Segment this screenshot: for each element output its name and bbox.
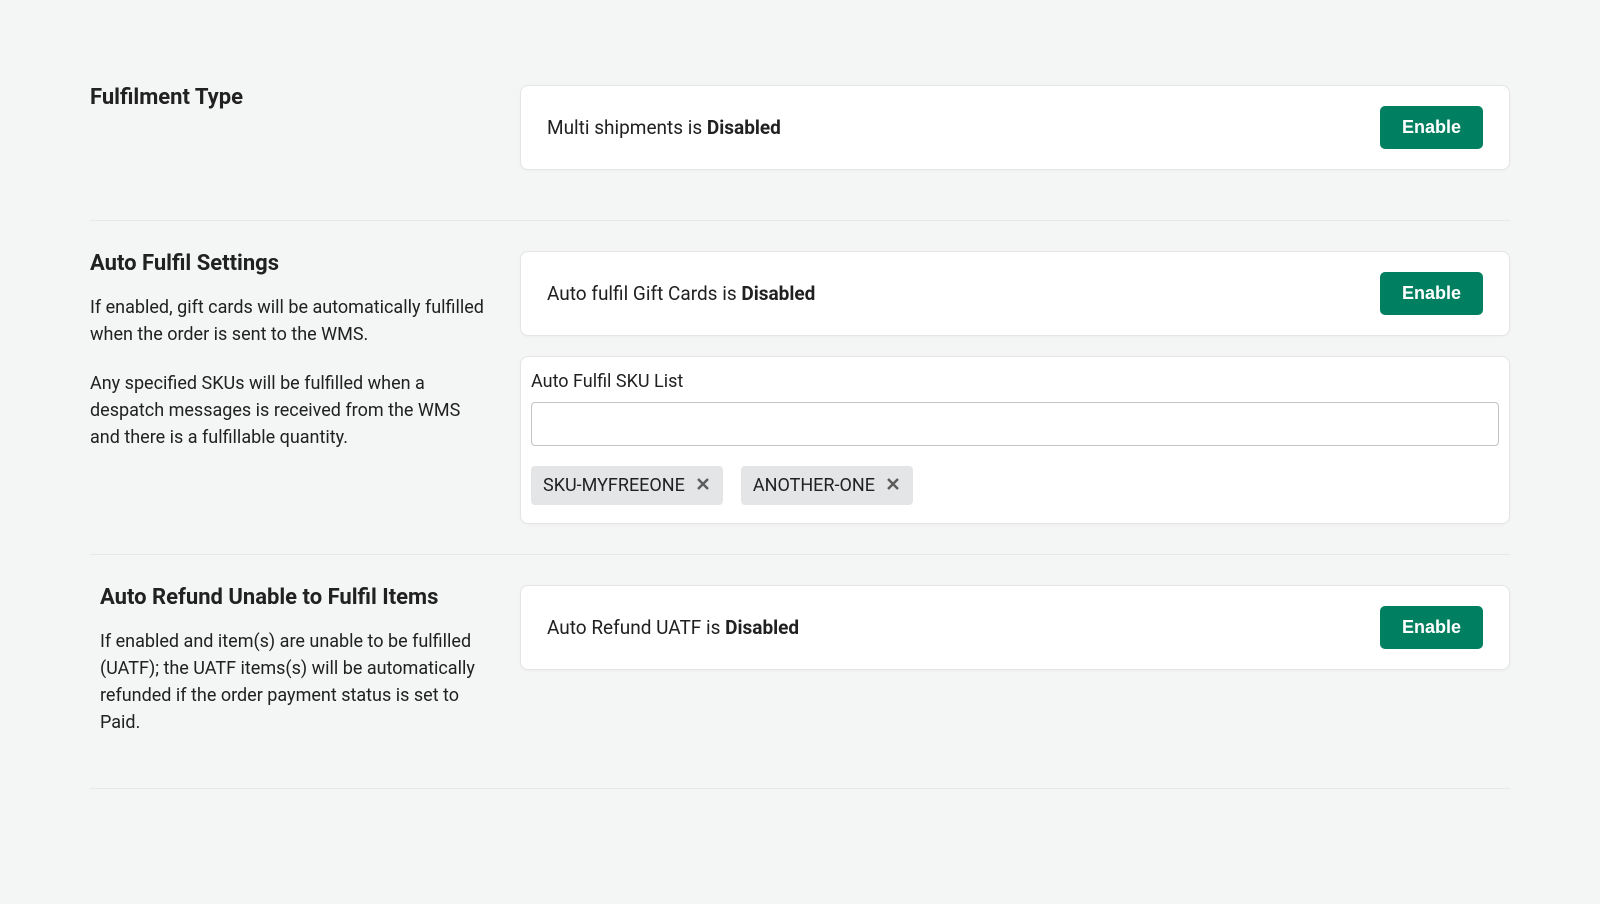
close-icon <box>885 476 901 495</box>
card-row: Multi shipments is Disabled Enable <box>547 106 1483 149</box>
enable-multi-shipments-button[interactable]: Enable <box>1380 106 1483 149</box>
sku-list-label: Auto Fulfil SKU List <box>531 371 1499 392</box>
auto-fulfil-section: Auto Fulfil Settings If enabled, gift ca… <box>90 251 1510 555</box>
sku-tag-label: SKU-MYFREEONE <box>543 475 685 496</box>
section-title: Auto Refund Unable to Fulfil Items <box>100 585 490 610</box>
multi-shipments-status: Multi shipments is Disabled <box>547 116 781 139</box>
sku-tag: ANOTHER-ONE <box>741 466 913 505</box>
section-description: If enabled, gift cards will be automatic… <box>90 294 490 348</box>
remove-sku-tag-button[interactable] <box>695 476 711 495</box>
fulfilment-type-section: Fulfilment Type Multi shipments is Disab… <box>90 85 1510 221</box>
enable-auto-fulfil-gift-cards-button[interactable]: Enable <box>1380 272 1483 315</box>
remove-sku-tag-button[interactable] <box>885 476 901 495</box>
close-icon <box>695 476 711 495</box>
status-value: Disabled <box>741 282 815 305</box>
status-value: Disabled <box>725 616 799 639</box>
section-right: Auto fulfil Gift Cards is Disabled Enabl… <box>520 251 1510 524</box>
sku-tag-label: ANOTHER-ONE <box>753 475 875 496</box>
auto-refund-section: Auto Refund Unable to Fulfil Items If en… <box>90 585 1510 789</box>
auto-refund-status: Auto Refund UATF is Disabled <box>547 616 799 639</box>
section-right: Multi shipments is Disabled Enable <box>520 85 1510 190</box>
status-prefix: Multi shipments is <box>547 116 707 139</box>
sku-tag: SKU-MYFREEONE <box>531 466 723 505</box>
status-prefix: Auto fulfil Gift Cards is <box>547 282 741 305</box>
section-description: Any specified SKUs will be fulfilled whe… <box>90 370 490 451</box>
section-title: Fulfilment Type <box>90 85 490 110</box>
auto-fulfil-gift-cards-card: Auto fulfil Gift Cards is Disabled Enabl… <box>520 251 1510 336</box>
card-row: Auto fulfil Gift Cards is Disabled Enabl… <box>547 272 1483 315</box>
section-left: Auto Refund Unable to Fulfil Items If en… <box>90 585 490 758</box>
status-value: Disabled <box>707 116 781 139</box>
card-row: Auto Refund UATF is Disabled Enable <box>547 606 1483 649</box>
enable-auto-refund-button[interactable]: Enable <box>1380 606 1483 649</box>
sku-tags: SKU-MYFREEONE ANOTHER-ONE <box>531 466 1499 505</box>
section-left: Auto Fulfil Settings If enabled, gift ca… <box>90 251 490 524</box>
status-prefix: Auto Refund UATF is <box>547 616 725 639</box>
multi-shipments-card: Multi shipments is Disabled Enable <box>520 85 1510 170</box>
auto-fulfil-sku-card: Auto Fulfil SKU List SKU-MYFREEONE ANOTH… <box>520 356 1510 524</box>
section-left: Fulfilment Type <box>90 85 490 190</box>
gift-cards-status: Auto fulfil Gift Cards is Disabled <box>547 282 815 305</box>
section-right: Auto Refund UATF is Disabled Enable <box>520 585 1510 758</box>
auto-refund-uatf-card: Auto Refund UATF is Disabled Enable <box>520 585 1510 670</box>
section-description: If enabled and item(s) are unable to be … <box>100 628 490 736</box>
sku-list-input[interactable] <box>531 402 1499 446</box>
section-title: Auto Fulfil Settings <box>90 251 490 276</box>
